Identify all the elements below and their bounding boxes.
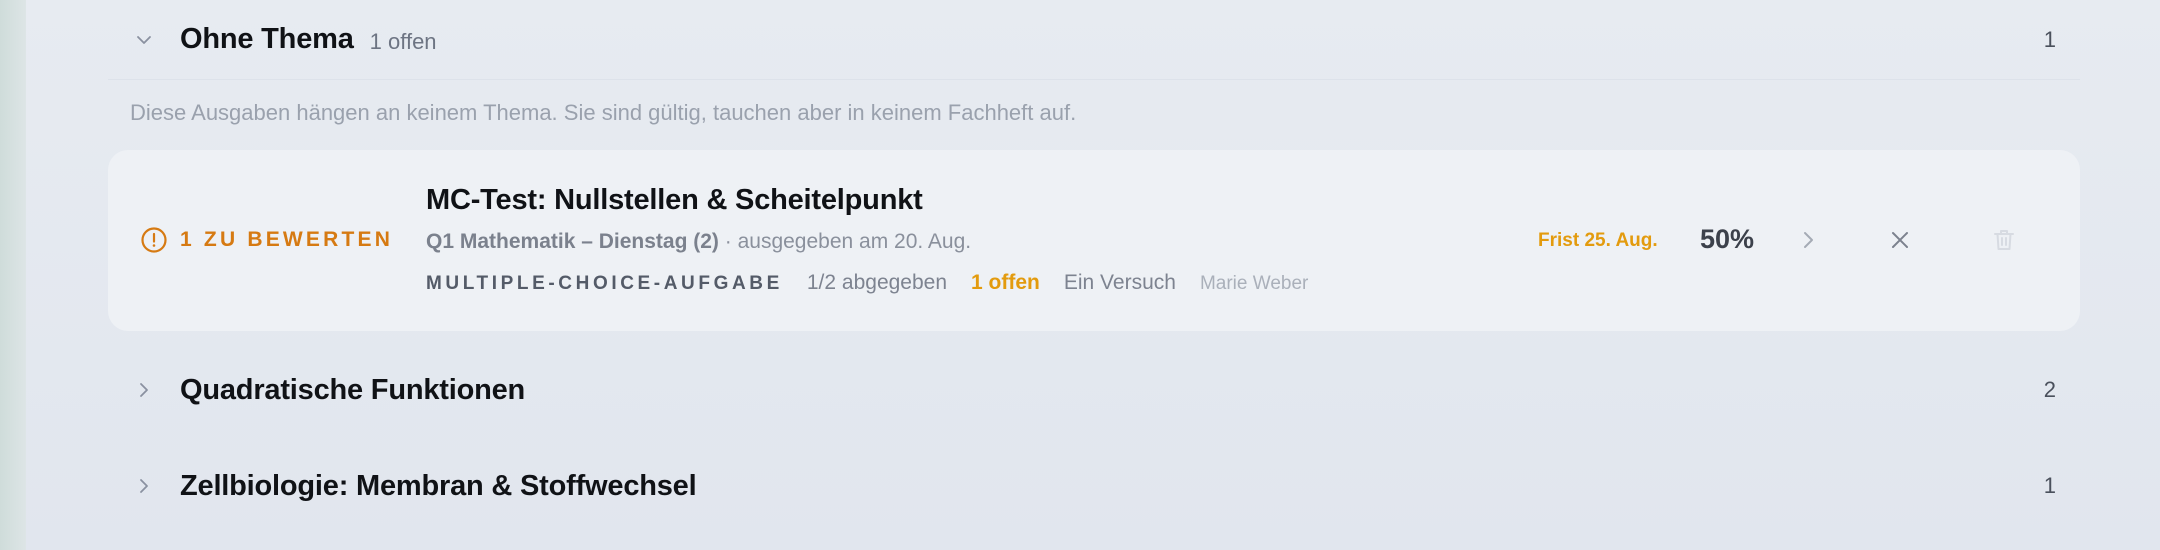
chevron-down-icon[interactable] <box>108 20 180 60</box>
group-header-ohne-thema[interactable]: Ohne Thema 1 offen 1 <box>108 0 2080 80</box>
group-count: 2 <box>2043 377 2056 402</box>
open-count: 1 offen <box>971 271 1040 294</box>
assignment-card[interactable]: 1 ZU BEWERTEN MC-Test: Nullstellen & Sch… <box>108 150 2080 331</box>
author-name: Marie Weber <box>1199 273 1309 294</box>
alert-circle-icon <box>141 227 167 253</box>
grading-status-label: 1 ZU BEWERTEN <box>180 228 394 251</box>
attempts-info: Ein Versuch <box>1063 271 1176 294</box>
close-icon <box>1892 232 1908 248</box>
submission-count: 1/2 abgegeben <box>806 271 948 294</box>
grading-status[interactable]: 1 ZU BEWERTEN <box>140 226 393 254</box>
course-name: Q1 Mathematik – Dienstag (2) <box>426 230 719 253</box>
chevron-right-icon[interactable] <box>108 370 180 410</box>
group-title: Quadratische Funktionen <box>180 373 526 406</box>
chevron-right-icon[interactable] <box>108 466 180 506</box>
chevron-right-icon <box>1804 232 1813 248</box>
trash-icon <box>1994 230 2014 250</box>
close-assignment-button[interactable] <box>1878 218 1922 262</box>
group-header-zellbiologie[interactable]: Zellbiologie: Membran & Stoffwechsel 1 <box>108 446 2080 526</box>
assignment-list: Ohne Thema 1 offen 1 Diese Ausgaben häng… <box>108 0 2080 550</box>
open-assignment-button[interactable] <box>1786 218 1830 262</box>
assignment-type: MULTIPLE-CHOICE-AUFGABE <box>426 273 783 294</box>
group-count: 1 <box>2043 473 2056 498</box>
issued-date: · ausgegeben am 20. Aug. <box>718 230 972 253</box>
completion-percent: 50% <box>1700 224 1755 254</box>
group-description: Diese Ausgaben hängen an keinem Thema. S… <box>130 100 1077 125</box>
assignment-tags: MULTIPLE-CHOICE-AUFGABE 1/2 abgegeben 1 … <box>426 271 1308 295</box>
page: Ohne Thema 1 offen 1 Diese Ausgaben häng… <box>0 0 2160 550</box>
group-header-quadratische-funktionen[interactable]: Quadratische Funktionen 2 <box>108 350 2080 430</box>
group-title: Ohne Thema <box>180 23 354 55</box>
assignment-meta: Q1 Mathematik – Dienstag (2) · ausgegebe… <box>426 230 971 254</box>
group-count: 1 <box>2043 26 2056 52</box>
left-rail <box>0 0 26 550</box>
assignment-title[interactable]: MC-Test: Nullstellen & Scheitelpunkt <box>426 184 923 217</box>
group-title: Zellbiologie: Membran & Stoffwechsel <box>180 469 697 502</box>
group-open-count: 1 offen <box>369 28 437 54</box>
deadline-badge: Frist 25. Aug. <box>1538 230 1658 251</box>
delete-assignment-button[interactable] <box>1982 218 2026 262</box>
